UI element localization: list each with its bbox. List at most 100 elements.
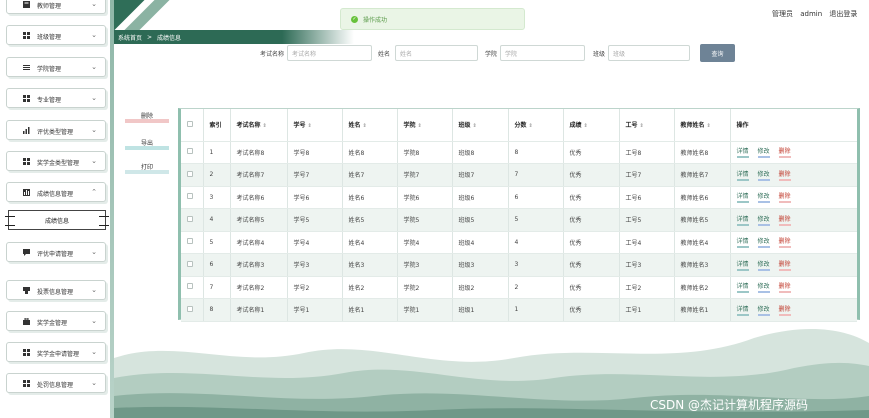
- sidebar-item[interactable]: 奖学金申请管理 ⌄: [6, 342, 106, 362]
- sort-icon[interactable]: ⇕: [363, 123, 367, 129]
- delete-link[interactable]: 删除: [778, 281, 791, 294]
- edit-link[interactable]: 修改: [757, 169, 770, 181]
- sidebar-item[interactable]: 专业管理 ⌄: [6, 88, 106, 108]
- print-button[interactable]: 打印: [125, 165, 169, 174]
- table-row[interactable]: 6 考试名称3 学号3 姓名3 学院3 班级3 3 优秀 工号3 教师姓名3 详情 修改 删除: [181, 253, 857, 277]
- edit-link[interactable]: 修改: [757, 236, 770, 249]
- sidebar-item[interactable]: 学院管理 ⌄: [6, 57, 106, 77]
- name-input[interactable]: 姓名: [395, 45, 478, 61]
- delete-link[interactable]: 删除: [778, 259, 791, 271]
- column-header-score[interactable]: 分数 ⇕: [508, 109, 564, 142]
- detail-link[interactable]: 详情: [736, 236, 749, 249]
- sort-icon[interactable]: ⇕: [584, 123, 588, 129]
- delete-link[interactable]: 删除: [778, 146, 791, 159]
- sort-icon[interactable]: ⇕: [707, 123, 711, 129]
- column-header-student-id[interactable]: 学号 ⇕: [287, 109, 343, 142]
- chevron-down-icon[interactable]: ⌄: [91, 248, 97, 256]
- sidebar-subitem-score-info[interactable]: 成绩信息: [5, 210, 109, 230]
- row-select-cell[interactable]: [181, 276, 204, 299]
- row-checkbox[interactable]: [187, 238, 193, 245]
- row-checkbox[interactable]: [187, 215, 193, 222]
- chevron-down-icon[interactable]: ⌄: [91, 157, 97, 165]
- delete-link[interactable]: 删除: [778, 304, 791, 316]
- sort-icon[interactable]: ⇕: [529, 123, 533, 129]
- delete-link[interactable]: 删除: [778, 169, 791, 181]
- edit-link[interactable]: 修改: [757, 259, 770, 271]
- sidebar-item[interactable]: 奖学金类型管理 ⌄: [6, 151, 106, 171]
- column-header-exam[interactable]: 考试名称 ⇕: [230, 109, 288, 142]
- column-header-name[interactable]: 姓名 ⇕: [342, 109, 398, 142]
- row-checkbox[interactable]: [187, 193, 193, 200]
- sort-icon[interactable]: ⇕: [640, 123, 644, 129]
- chevron-down-icon[interactable]: ⌄: [91, 348, 97, 356]
- column-header-class[interactable]: 班级 ⇕: [452, 109, 509, 142]
- row-checkbox[interactable]: [187, 305, 193, 312]
- delete-link[interactable]: 删除: [778, 191, 791, 204]
- sidebar-item[interactable]: 评优类型管理 ⌄: [6, 120, 106, 140]
- column-header-college[interactable]: 学院 ⇕: [397, 109, 453, 142]
- sidebar-item[interactable]: 教师管理 ⌄: [6, 0, 106, 14]
- delete-link[interactable]: 删除: [778, 236, 791, 249]
- edit-link[interactable]: 修改: [757, 304, 770, 316]
- table-row[interactable]: 1 考试名称8 学号8 姓名8 学院8 班级8 8 优秀 工号8 教师姓名8 详情 修改 删除: [181, 141, 857, 164]
- breadcrumb-home[interactable]: 系统首页: [118, 33, 142, 42]
- export-button[interactable]: 导出: [125, 141, 169, 150]
- sort-icon[interactable]: ⇕: [473, 123, 477, 129]
- detail-link[interactable]: 详情: [736, 214, 749, 226]
- select-all-header[interactable]: [181, 109, 204, 142]
- table-row[interactable]: 5 考试名称4 学号4 姓名4 学院4 班级4 4 优秀 工号4 教师姓名4 详情 修改 删除: [181, 231, 857, 254]
- exam-name-input[interactable]: 考试名称: [287, 45, 372, 61]
- sidebar-item[interactable]: 成绩信息管理 ⌃: [6, 182, 106, 202]
- chevron-down-icon[interactable]: ⌄: [91, 379, 97, 387]
- row-select-cell[interactable]: [181, 253, 204, 277]
- column-header-teacher-id[interactable]: 工号 ⇕: [619, 109, 675, 142]
- sidebar-item[interactable]: 班级管理 ⌄: [6, 25, 106, 45]
- chevron-up-icon[interactable]: ⌃: [91, 188, 97, 196]
- edit-link[interactable]: 修改: [757, 191, 770, 204]
- column-header-grade[interactable]: 成绩 ⇕: [563, 109, 620, 142]
- sidebar-item[interactable]: 处罚信息管理 ⌄: [6, 373, 106, 393]
- detail-link[interactable]: 详情: [736, 169, 749, 181]
- row-select-cell[interactable]: [181, 141, 204, 164]
- detail-link[interactable]: 详情: [736, 191, 749, 204]
- table-row[interactable]: 7 考试名称2 学号2 姓名2 学院2 班级2 2 优秀 工号2 教师姓名2 详情 修改 删除: [181, 276, 857, 299]
- sidebar-item[interactable]: 评优申请管理 ⌄: [6, 242, 106, 262]
- select-all-checkbox[interactable]: [187, 120, 193, 127]
- detail-link[interactable]: 详情: [736, 304, 749, 316]
- sort-icon[interactable]: ⇕: [418, 123, 422, 129]
- table-row[interactable]: 2 考试名称7 学号7 姓名7 学院7 班级7 7 优秀 工号7 教师姓名7 详情 修改 删除: [181, 163, 857, 187]
- sidebar-item[interactable]: 奖学金管理 ⌄: [6, 311, 106, 331]
- chevron-down-icon[interactable]: ⌄: [91, 286, 97, 294]
- sort-icon[interactable]: ⇕: [263, 123, 267, 129]
- row-checkbox[interactable]: [187, 283, 193, 290]
- row-checkbox[interactable]: [187, 170, 193, 177]
- row-checkbox[interactable]: [187, 148, 193, 155]
- sort-icon[interactable]: ⇕: [308, 123, 312, 129]
- chevron-down-icon[interactable]: ⌄: [91, 94, 97, 102]
- chevron-down-icon[interactable]: ⌄: [91, 63, 97, 71]
- column-header-teacher-name[interactable]: 教师姓名 ⇕: [674, 109, 731, 142]
- detail-link[interactable]: 详情: [736, 259, 749, 271]
- class-input[interactable]: 班级: [608, 45, 690, 61]
- edit-link[interactable]: 修改: [757, 281, 770, 294]
- detail-link[interactable]: 详情: [736, 281, 749, 294]
- table-row[interactable]: 4 考试名称5 学号5 姓名5 学院5 班级5 5 优秀 工号5 教师姓名5 详情 修改 删除: [181, 208, 857, 232]
- search-button[interactable]: 查询: [700, 44, 735, 62]
- row-select-cell[interactable]: [181, 186, 204, 209]
- row-select-cell[interactable]: [181, 231, 204, 254]
- edit-link[interactable]: 修改: [757, 146, 770, 159]
- table-row[interactable]: 3 考试名称6 学号6 姓名6 学院6 班级6 6 优秀 工号6 教师姓名6 详情 修改 删除: [181, 186, 857, 209]
- logout-link[interactable]: 退出登录: [829, 10, 857, 18]
- chevron-down-icon[interactable]: ⌄: [91, 126, 97, 134]
- sidebar-item[interactable]: 投票信息管理 ⌄: [6, 280, 106, 300]
- chevron-down-icon[interactable]: ⌄: [91, 31, 97, 39]
- detail-link[interactable]: 详情: [736, 146, 749, 159]
- college-input[interactable]: 学院: [500, 45, 585, 61]
- row-select-cell[interactable]: [181, 208, 204, 232]
- delete-link[interactable]: 删除: [778, 214, 791, 226]
- delete-button[interactable]: 删除: [125, 114, 169, 123]
- row-checkbox[interactable]: [187, 260, 193, 267]
- chevron-down-icon[interactable]: ⌄: [91, 317, 97, 325]
- row-select-cell[interactable]: [181, 163, 204, 187]
- chevron-down-icon[interactable]: ⌄: [91, 0, 97, 8]
